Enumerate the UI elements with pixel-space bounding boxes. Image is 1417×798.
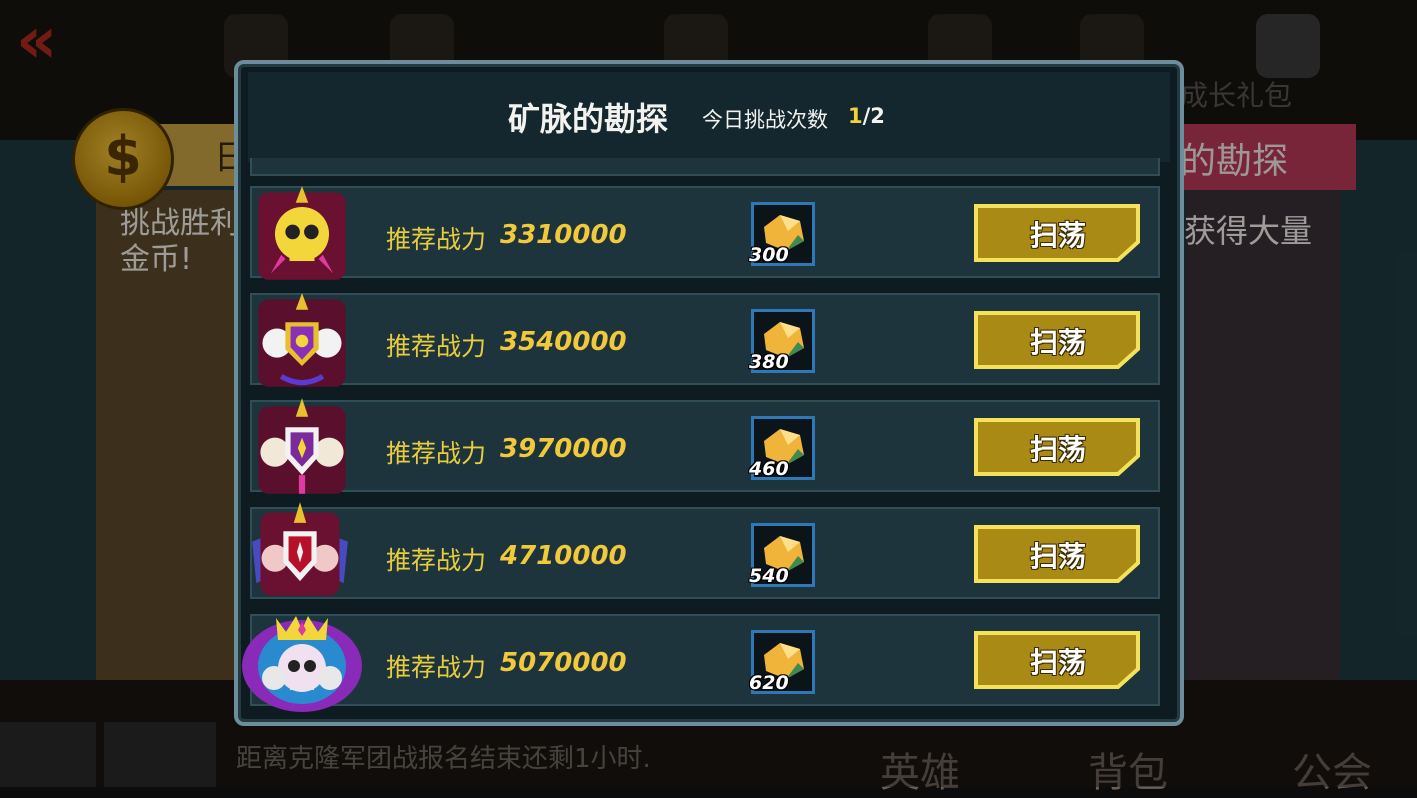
reward-count: 460 [749, 458, 789, 480]
dialog-title: 矿脉的勘探 [508, 100, 669, 138]
sweep-button-label: 扫荡 [1030, 219, 1087, 252]
crowned-skull-emblem-icon [242, 616, 362, 712]
challenge-count-current: 1 [848, 104, 863, 128]
triple-skull-shield-emblem-icon [258, 398, 346, 494]
sweep-button-label: 扫荡 [1030, 540, 1087, 573]
reward-count: 380 [749, 351, 789, 373]
challenge-count: 1/2 [848, 104, 885, 128]
recommended-power-value: 4710000 [500, 541, 627, 571]
stage-row-partial [250, 158, 1160, 176]
recommended-power-value: 3540000 [500, 327, 627, 357]
recommended-power-label: 推荐战力 [386, 546, 487, 575]
recommended-power-value: 5070000 [500, 648, 627, 678]
challenge-count-label: 今日挑战次数 [702, 108, 828, 132]
reward-count: 620 [749, 672, 789, 694]
recommended-power-value: 3970000 [500, 434, 627, 464]
sweep-button-label: 扫荡 [1030, 326, 1087, 359]
reward-count: 300 [749, 244, 789, 266]
recommended-power-value: 3310000 [500, 220, 627, 250]
sweep-button-label: 扫荡 [1030, 433, 1087, 466]
reward-count: 540 [749, 565, 789, 587]
recommended-power-label: 推荐战力 [386, 439, 487, 468]
white-skull-shield-emblem-icon [258, 293, 346, 387]
winged-skull-shield-emblem-icon [252, 502, 348, 596]
gold-skull-emblem-icon [258, 186, 346, 280]
recommended-power-label: 推荐战力 [386, 332, 487, 361]
sweep-button-label: 扫荡 [1030, 646, 1087, 679]
recommended-power-label: 推荐战力 [386, 225, 487, 254]
recommended-power-label: 推荐战力 [386, 653, 487, 682]
challenge-count-total: /2 [862, 104, 885, 128]
